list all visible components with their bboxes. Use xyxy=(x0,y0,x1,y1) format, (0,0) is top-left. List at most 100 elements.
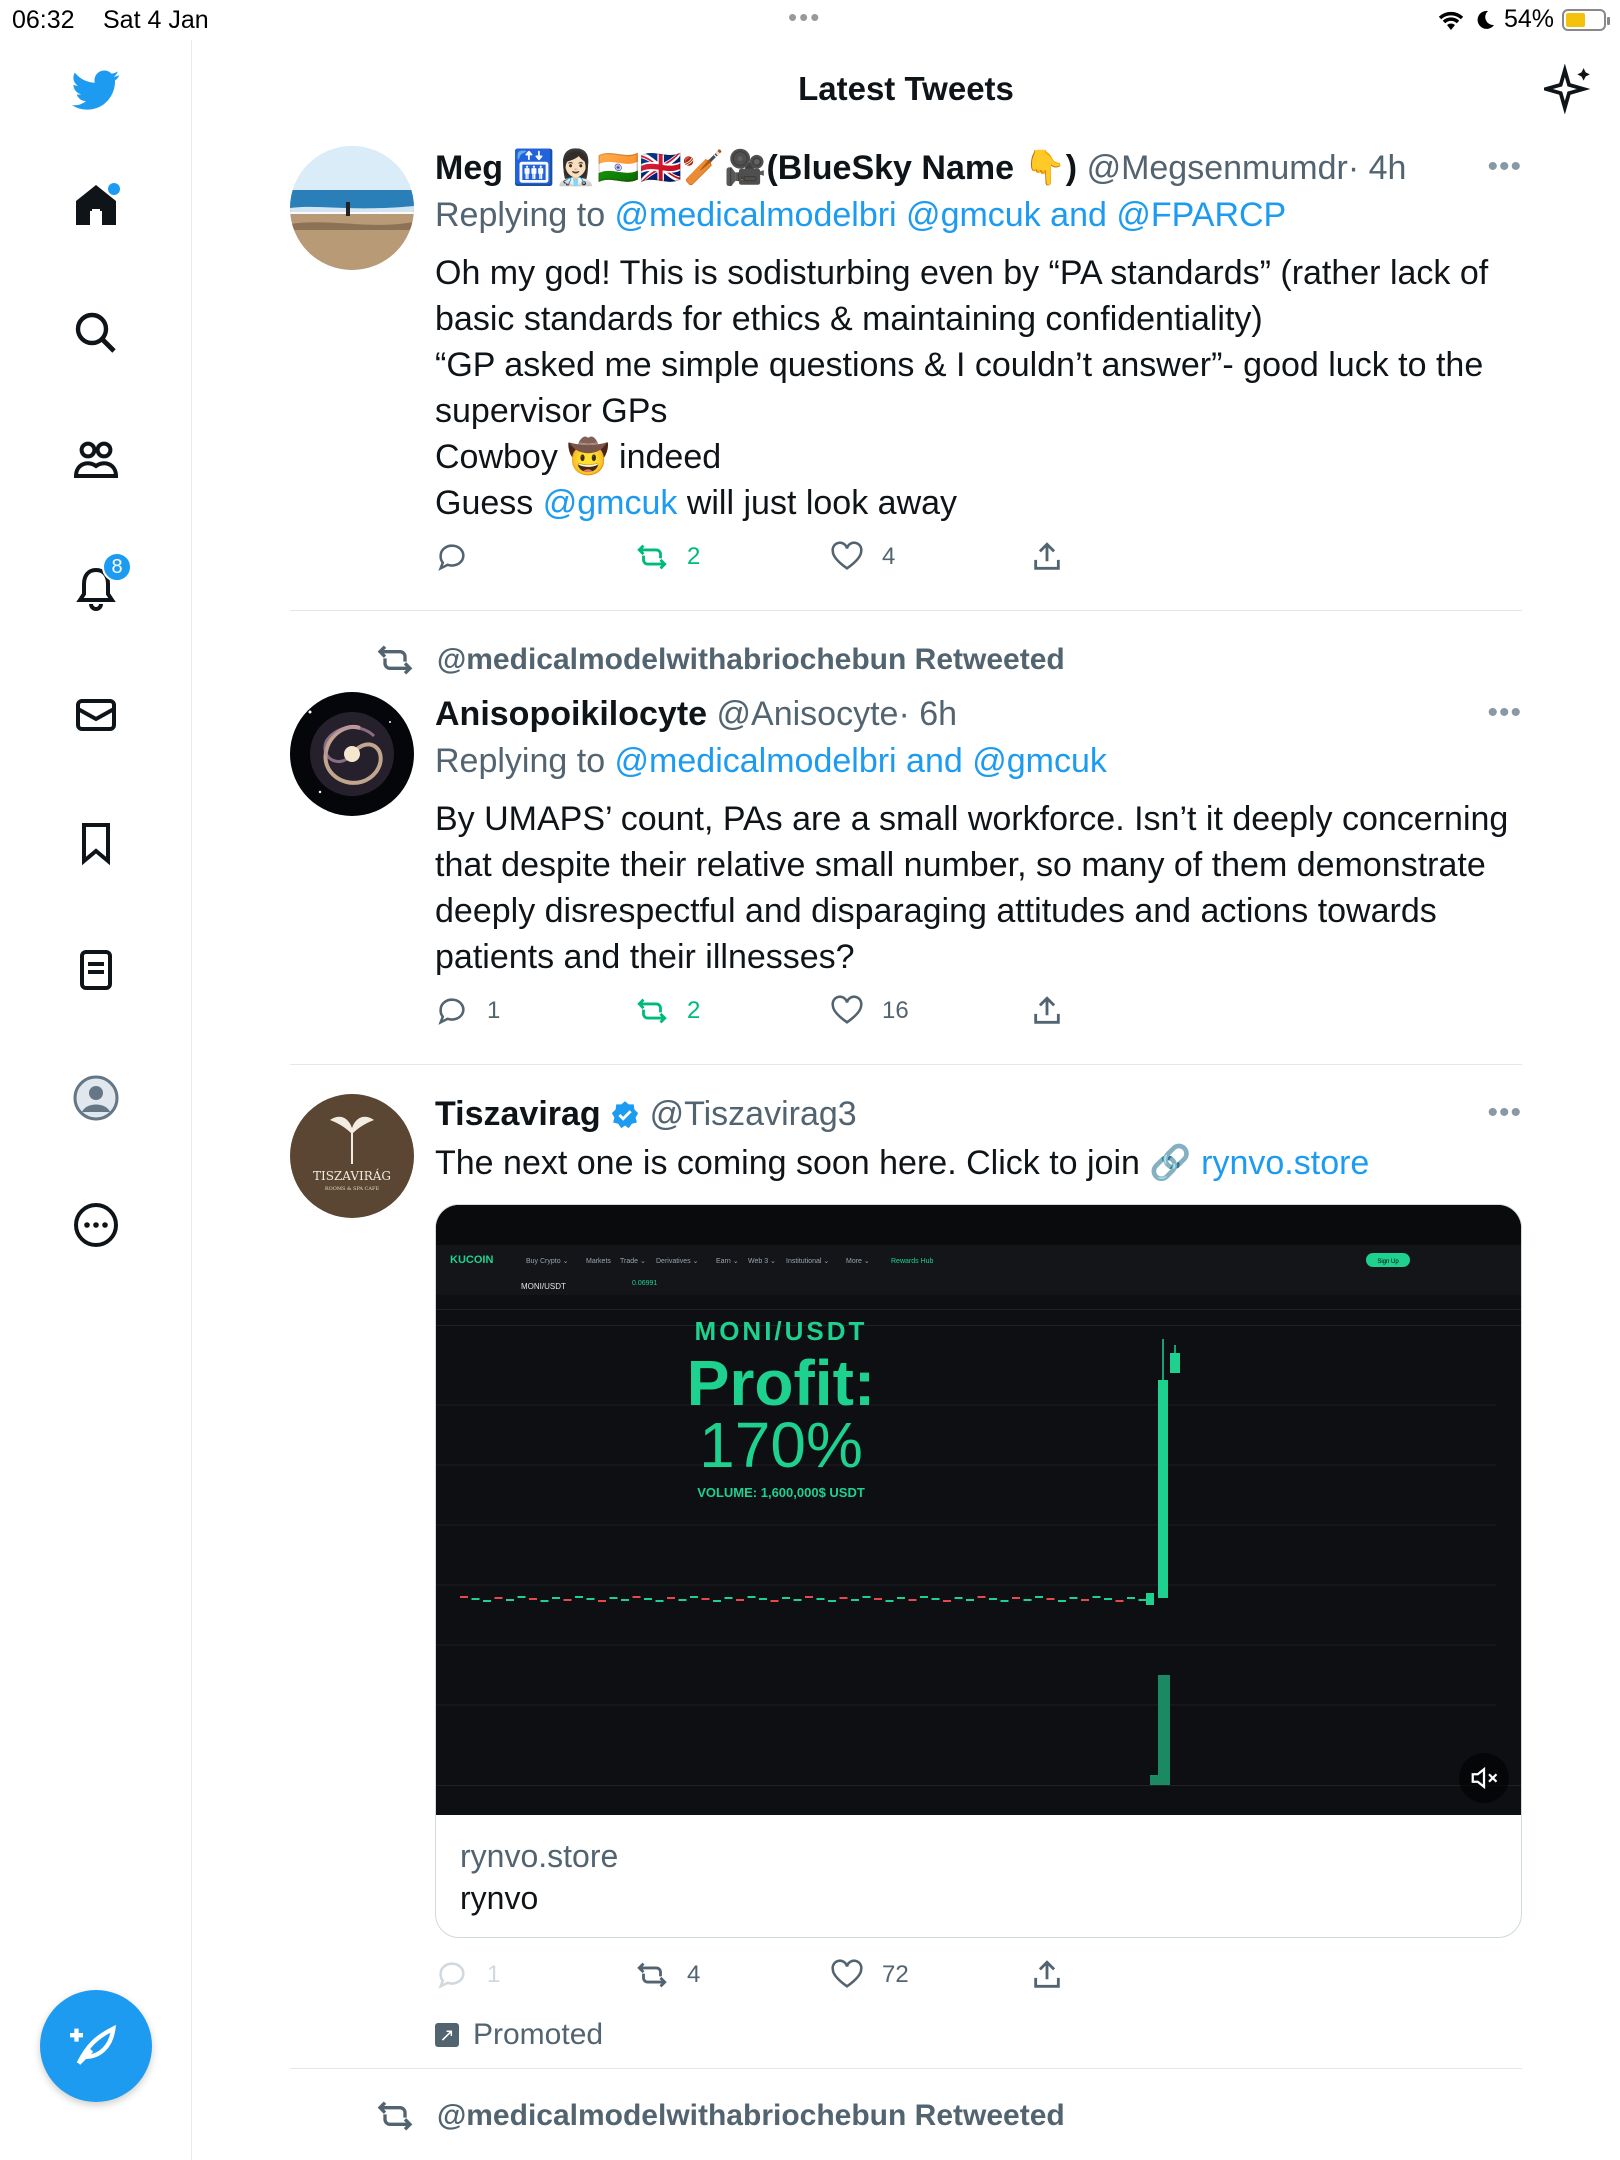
share-icon xyxy=(1034,542,1060,570)
candlestick xyxy=(1092,1596,1101,1598)
like-button[interactable]: 72 xyxy=(830,1958,909,1992)
candlestick xyxy=(1104,1598,1112,1600)
link-card[interactable]: KUCOIN Buy Crypto ⌄ Markets Trade ⌄ Derivat… xyxy=(435,1204,1522,1938)
reply-count: 1 xyxy=(487,997,501,1024)
multitasking-dots-icon[interactable]: ••• xyxy=(788,2,821,33)
mention-link[interactable]: @gmcuk xyxy=(543,484,678,522)
candlestick xyxy=(1012,1597,1020,1599)
mute-button[interactable] xyxy=(1459,1753,1509,1803)
battery-percent: 54% xyxy=(1503,5,1554,33)
candlestick xyxy=(460,1596,468,1598)
svg-text:Derivatives ⌄: Derivatives ⌄ xyxy=(656,1258,698,1265)
sidebar: 8 xyxy=(0,40,192,2160)
replying-to-links[interactable]: @medicalmodelbri @gmcuk and @FPARCP xyxy=(615,196,1287,234)
candlestick xyxy=(1000,1600,1009,1602)
avatar[interactable] xyxy=(290,692,414,816)
retweet-button[interactable]: 2 xyxy=(635,994,700,1028)
avatar[interactable]: TISZAVIRÁG ROOMS & SPA CAFE xyxy=(290,1094,414,1218)
tweet-time[interactable]: · 6h xyxy=(898,695,957,733)
retweet-button[interactable]: 4 xyxy=(635,1958,700,1992)
candlestick xyxy=(563,1599,572,1601)
candlestick xyxy=(506,1599,514,1601)
tweet-text: The next one is coming soon here. Click … xyxy=(435,1140,1522,1186)
status-right: 54% xyxy=(1436,5,1610,34)
retweeted-by-text: @medicalmodelwithabriochebun Retweeted xyxy=(437,643,1065,676)
author-name[interactable]: Anisopoikilocyte xyxy=(435,695,707,733)
author-name[interactable]: Meg 🛗👩🏻‍⚕️🇮🇳🇬🇧🏏🎥(BlueSky Name 👇) xyxy=(435,149,1077,187)
battery-level xyxy=(1566,12,1585,27)
card-footer[interactable]: rynvo.store rynvo xyxy=(436,1815,1521,1937)
share-button[interactable] xyxy=(1030,994,1064,1028)
card-media[interactable]: KUCOIN Buy Crypto ⌄ Markets Trade ⌄ Derivat… xyxy=(436,1205,1521,1815)
sidebar-item-communities[interactable] xyxy=(66,430,126,490)
sparkle-icon[interactable] xyxy=(1544,64,1594,114)
candlestick xyxy=(655,1600,664,1602)
communities-icon xyxy=(73,441,119,478)
candlestick xyxy=(793,1599,802,1601)
more-options-icon[interactable]: ••• xyxy=(1487,150,1522,184)
candlestick xyxy=(609,1597,618,1599)
replying-prefix: Replying to xyxy=(435,742,615,780)
share-icon xyxy=(1034,1960,1060,1988)
sidebar-item-more[interactable] xyxy=(66,1195,126,1255)
tweet-time[interactable]: · 4h xyxy=(1348,149,1407,187)
volume-bar xyxy=(1150,1775,1158,1785)
candlestick xyxy=(1081,1599,1089,1601)
heart-icon xyxy=(831,995,863,1024)
svg-text:Rewards Hub: Rewards Hub xyxy=(891,1258,934,1265)
avatar[interactable] xyxy=(290,146,414,270)
candlestick xyxy=(816,1598,825,1600)
tweet-text: Oh my god! This is sodisturbing even by … xyxy=(435,250,1522,526)
avatar-logo-subtext: ROOMS & SPA CAFE xyxy=(325,1186,380,1192)
replying-to-links[interactable]: @medicalmodelbri and @gmcuk xyxy=(615,742,1107,780)
sidebar-item-lists[interactable] xyxy=(66,940,126,1000)
compose-tweet-button[interactable] xyxy=(40,1990,152,2102)
author-handle[interactable]: @Megsenmumdr xyxy=(1087,149,1348,187)
more-options-icon[interactable]: ••• xyxy=(1487,1096,1522,1130)
more-options-icon[interactable]: ••• xyxy=(1487,696,1522,730)
page-title: Latest Tweets xyxy=(798,70,1014,107)
retweeted-by-label[interactable]: @medicalmodelwithabriochebun Retweeted xyxy=(375,2096,1065,2136)
share-button[interactable] xyxy=(1030,540,1064,574)
mail-icon xyxy=(76,699,116,731)
candlestick xyxy=(839,1597,848,1599)
share-button[interactable] xyxy=(1030,1958,1064,1992)
retweet-count: 2 xyxy=(687,997,701,1024)
sidebar-item-search[interactable] xyxy=(66,303,126,363)
chart-pair-title: MONI/USDT xyxy=(695,1316,868,1346)
trading-chart-image: KUCOIN Buy Crypto ⌄ Markets Trade ⌄ Derivat… xyxy=(436,1205,1521,1815)
like-button[interactable]: 4 xyxy=(830,540,895,574)
author-handle[interactable]: @Tiszavirag3 xyxy=(650,1095,857,1133)
heart-icon xyxy=(831,541,863,570)
sidebar-item-home[interactable] xyxy=(66,175,126,235)
reply-button[interactable]: 1 xyxy=(435,994,500,1028)
retweet-icon xyxy=(637,998,667,1024)
sidebar-item-notifications[interactable]: 8 xyxy=(66,552,132,618)
candlestick xyxy=(632,1596,641,1598)
retweeted-by-text: @medicalmodelwithabriochebun Retweeted xyxy=(437,2099,1065,2132)
retweet-button[interactable]: 2 xyxy=(635,540,700,574)
author-handle[interactable]: @Anisocyte xyxy=(717,695,899,733)
heart-icon xyxy=(831,1959,863,1988)
sidebar-item-messages[interactable] xyxy=(66,685,126,745)
external-link[interactable]: rynvo.store xyxy=(1201,1144,1369,1182)
retweeted-by-label[interactable]: @medicalmodelwithabriochebun Retweeted xyxy=(375,640,1065,680)
like-count: 4 xyxy=(882,543,896,570)
like-button[interactable]: 16 xyxy=(830,994,909,1028)
reply-button[interactable]: 1 xyxy=(435,1958,500,1992)
author-name[interactable]: Tiszavirag xyxy=(435,1095,601,1133)
twitter-logo-icon[interactable] xyxy=(66,60,126,120)
candlestick xyxy=(1115,1600,1124,1602)
sidebar-item-bookmarks[interactable] xyxy=(66,813,126,873)
card-title: rynvo xyxy=(460,1880,539,1916)
candlestick xyxy=(920,1596,928,1598)
sidebar-item-profile[interactable] xyxy=(66,1068,126,1128)
timeline-header: Latest Tweets xyxy=(192,40,1620,140)
reply-button[interactable] xyxy=(435,540,487,574)
svg-text:Sign Up: Sign Up xyxy=(1377,1259,1399,1265)
candlestick xyxy=(1127,1597,1135,1599)
svg-text:Web 3 ⌄: Web 3 ⌄ xyxy=(748,1258,776,1265)
status-bar: 06:32 Sat 4 Jan ••• 54% xyxy=(0,0,1620,40)
svg-text:0.06991: 0.06991 xyxy=(632,1280,657,1287)
svg-text:Earn ⌄: Earn ⌄ xyxy=(716,1258,739,1265)
